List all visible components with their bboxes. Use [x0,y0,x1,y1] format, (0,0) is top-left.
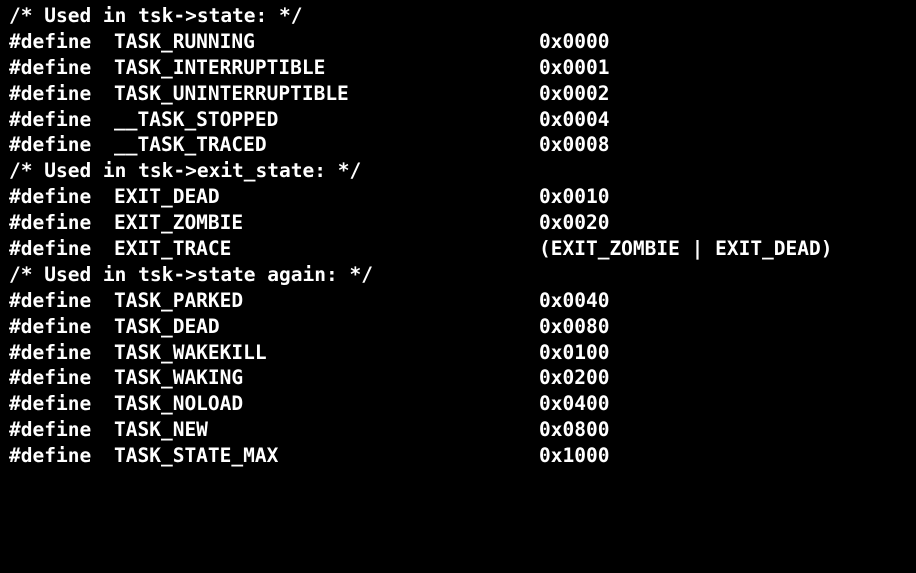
code-line-define: #define TASK_STATE_MAX 0x1000 [0,443,916,469]
code-line-define: #define TASK_WAKEKILL 0x0100 [0,340,916,366]
macro-name: EXIT_DEAD [114,185,220,209]
define-keyword: #define [9,444,92,468]
define-keyword: #define [9,392,92,416]
macro-value: 0x0002 [539,81,610,105]
code-line-define: #define TASK_WAKING 0x0200 [0,365,916,391]
code-line-define: #define TASK_UNINTERRUPTIBLE 0x0002 [0,81,916,107]
code-comment: /* Used in tsk->state again: */ [9,262,373,286]
macro-value: 0x0000 [539,29,610,53]
macro-value: 0x0001 [539,55,610,79]
macro-name: TASK_STATE_MAX [114,444,279,468]
macro-value: (EXIT_ZOMBIE | EXIT_DEAD) [539,237,833,261]
code-line-define: #define TASK_PARKED 0x0040 [0,288,916,314]
define-keyword: #define [9,81,92,105]
macro-name: EXIT_ZOMBIE [114,211,244,235]
code-line-define: #define __TASK_STOPPED 0x0004 [0,107,916,133]
define-keyword: #define [9,340,92,364]
define-keyword: #define [9,185,92,209]
define-keyword: #define [9,133,92,157]
macro-name: TASK_PARKED [114,288,244,312]
code-line-define: #define TASK_DEAD 0x0080 [0,314,916,340]
code-comment: /* Used in tsk->exit_state: */ [9,159,362,183]
macro-value: 0x0800 [539,418,610,442]
define-keyword: #define [9,55,92,79]
macro-name: TASK_UNINTERRUPTIBLE [114,81,349,105]
macro-value: 0x0080 [539,314,610,338]
macro-value: 0x0010 [539,185,610,209]
macro-name: EXIT_TRACE [114,237,232,261]
define-keyword: #define [9,288,92,312]
define-keyword: #define [9,211,92,235]
code-comment: /* Used in tsk->state: */ [9,4,303,27]
code-line-define: #define EXIT_ZOMBIE 0x0020 [0,210,916,236]
macro-name: __TASK_TRACED [114,133,267,157]
macro-name: TASK_NEW [114,418,208,442]
code-line-define: #define TASK_NEW 0x0800 [0,417,916,443]
define-keyword: #define [9,366,92,390]
code-view: /* Used in tsk->state: */ #define TASK_R… [0,0,916,488]
macro-name: TASK_WAKEKILL [114,340,267,364]
macro-value: 0x0100 [539,340,610,364]
macro-name: TASK_NOLOAD [114,392,244,416]
macro-name: TASK_WAKING [114,366,244,390]
macro-value: 0x0400 [539,392,610,416]
code-line-define: #define EXIT_TRACE (EXIT_ZOMBIE | EXIT_D… [0,236,916,262]
macro-value: 0x0020 [539,211,610,235]
code-line-comment: /* Used in tsk->state: */ [0,3,916,29]
macro-value: 0x0008 [539,133,610,157]
define-keyword: #define [9,418,92,442]
define-keyword: #define [9,314,92,338]
macro-name: TASK_DEAD [114,314,220,338]
macro-value: 0x0040 [539,288,610,312]
define-keyword: #define [9,237,92,261]
code-line-define: #define __TASK_TRACED 0x0008 [0,132,916,158]
macro-name: TASK_INTERRUPTIBLE [114,55,326,79]
define-keyword: #define [9,107,92,131]
macro-name: TASK_RUNNING [114,29,255,53]
code-line-comment: /* Used in tsk->state again: */ [0,262,916,288]
macro-value: 0x0200 [539,366,610,390]
macro-name: __TASK_STOPPED [114,107,279,131]
macro-value: 0x0004 [539,107,610,131]
code-line-define: #define EXIT_DEAD 0x0010 [0,184,916,210]
macro-value: 0x1000 [539,444,610,468]
define-keyword: #define [9,29,92,53]
code-line-comment: /* Used in tsk->exit_state: */ [0,158,916,184]
code-line-define: #define TASK_INTERRUPTIBLE 0x0001 [0,55,916,81]
code-line-define: #define TASK_NOLOAD 0x0400 [0,391,916,417]
code-line-define: #define TASK_RUNNING 0x0000 [0,29,916,55]
